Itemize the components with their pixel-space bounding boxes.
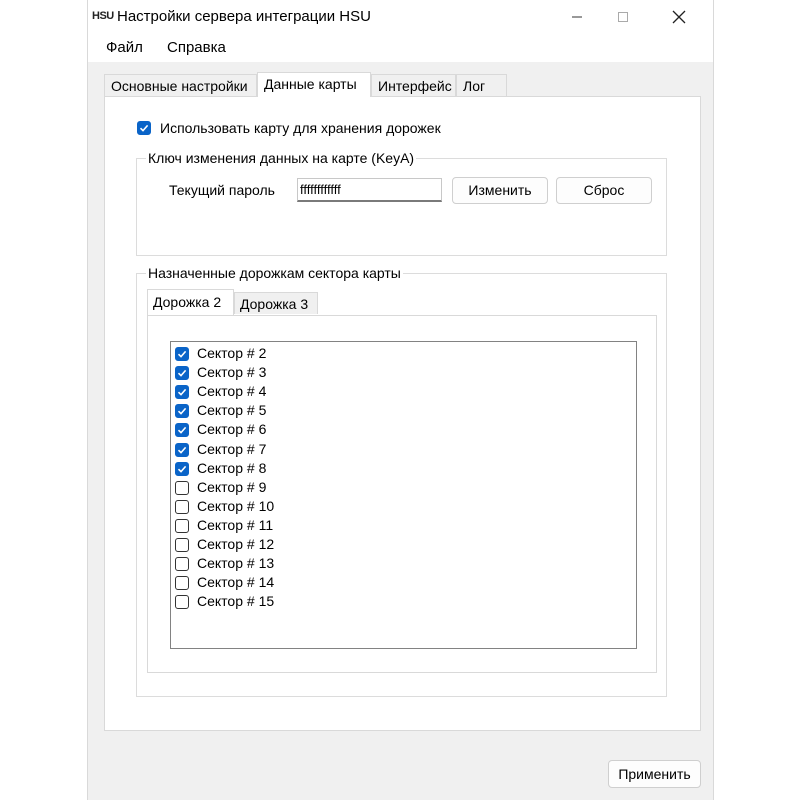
sector-label: Сектор # 12 xyxy=(197,536,275,552)
sector-label: Сектор # 3 xyxy=(197,364,267,381)
checkmark-icon xyxy=(177,446,187,454)
sector-label: Сектор # 11 xyxy=(197,516,274,533)
window-title: Настройки сервера интеграции HSU xyxy=(117,8,371,25)
settings-window: HSU Настройки сервера интеграции HSU Фай… xyxy=(87,0,714,800)
password-label: Текущий пароль xyxy=(169,182,275,198)
checkmark-icon xyxy=(177,427,187,435)
sector-checkbox[interactable] xyxy=(175,461,189,476)
maximize-icon xyxy=(618,12,628,22)
sector-checkbox[interactable] xyxy=(175,442,189,457)
checkmark-icon xyxy=(177,465,187,473)
sector-checkbox[interactable] xyxy=(175,347,189,361)
sector-checkbox[interactable] xyxy=(175,576,189,591)
change-button[interactable]: Изменить xyxy=(452,177,548,204)
checkmark-icon xyxy=(177,389,187,396)
tab-track-2[interactable]: Дорожка 2 xyxy=(147,289,234,315)
sector-checkbox[interactable] xyxy=(175,404,189,419)
card-data-panel: Использовать карту для хранения дорожек … xyxy=(104,96,701,731)
reset-button[interactable]: Сброс xyxy=(556,177,652,204)
sector-checkbox[interactable] xyxy=(175,423,189,438)
key-group-title: Ключ изменения данных на карте (KeyA) xyxy=(146,150,417,166)
sector-label: Сектор # 15 xyxy=(197,593,275,610)
use-card-label: Использовать карту для хранения дорожек xyxy=(160,120,441,136)
sector-checkbox[interactable] xyxy=(175,518,189,533)
checkmark-icon xyxy=(177,408,187,416)
sector-label: Сектор # 7 xyxy=(197,440,267,457)
menu-help[interactable]: Справка xyxy=(163,39,230,57)
tab-track-3[interactable]: Дорожка 3 xyxy=(234,292,318,314)
sector-label: Сектор # 9 xyxy=(197,478,267,495)
tab-log[interactable]: Лог xyxy=(456,74,507,96)
sector-label: Сектор # 5 xyxy=(197,402,267,419)
menu-file[interactable]: Файл xyxy=(102,39,147,57)
tab-card-data[interactable]: Данные карты xyxy=(257,72,371,97)
sector-checkbox[interactable] xyxy=(175,480,189,495)
sector-label: Сектор # 4 xyxy=(197,383,267,400)
sector-checkbox[interactable] xyxy=(175,499,189,514)
minimize-icon xyxy=(572,16,582,18)
checkmark-icon xyxy=(139,124,149,132)
checkmark-icon xyxy=(177,350,187,358)
sector-label: Сектор # 2 xyxy=(197,345,267,361)
app-logo: HSU xyxy=(92,10,114,22)
sector-checkbox[interactable] xyxy=(175,595,189,610)
tracks-groupbox: Назначенные дорожкам сектора карты Дорож… xyxy=(136,265,667,697)
password-input[interactable] xyxy=(297,178,442,202)
close-button[interactable] xyxy=(656,0,702,34)
title-bar[interactable]: HSU Настройки сервера интеграции HSU xyxy=(88,0,713,34)
use-card-checkbox[interactable] xyxy=(137,121,151,135)
key-groupbox: Ключ изменения данных на карте (KeyA) Те… xyxy=(136,150,667,256)
sector-label: Сектор # 10 xyxy=(197,497,275,514)
tracks-group-title: Назначенные дорожкам сектора карты xyxy=(146,265,403,281)
close-icon xyxy=(672,10,686,24)
maximize-button[interactable] xyxy=(600,0,646,34)
sector-label: Сектор # 6 xyxy=(197,421,267,438)
minimize-button[interactable] xyxy=(554,0,600,34)
tab-main-settings[interactable]: Основные настройки xyxy=(104,74,257,96)
track-panel: Сектор # 2 Сектор # 3 Сектор # 4 Сектор # 5… xyxy=(147,315,657,673)
tab-interface[interactable]: Интерфейс xyxy=(371,74,456,96)
apply-button[interactable]: Применить xyxy=(608,760,701,788)
sector-label: Сектор # 14 xyxy=(197,574,275,591)
sector-label: Сектор # 13 xyxy=(197,555,275,572)
sector-checkbox[interactable] xyxy=(175,538,189,552)
sector-label: Сектор # 8 xyxy=(197,459,267,476)
sector-checkbox[interactable] xyxy=(175,366,189,381)
sector-checkbox[interactable] xyxy=(175,385,189,400)
sector-list[interactable]: Сектор # 2 Сектор # 3 Сектор # 4 Сектор # 5… xyxy=(170,341,637,649)
menu-bar: Файл Справка xyxy=(88,34,713,62)
checkmark-icon xyxy=(177,369,187,377)
sector-checkbox[interactable] xyxy=(175,557,189,572)
